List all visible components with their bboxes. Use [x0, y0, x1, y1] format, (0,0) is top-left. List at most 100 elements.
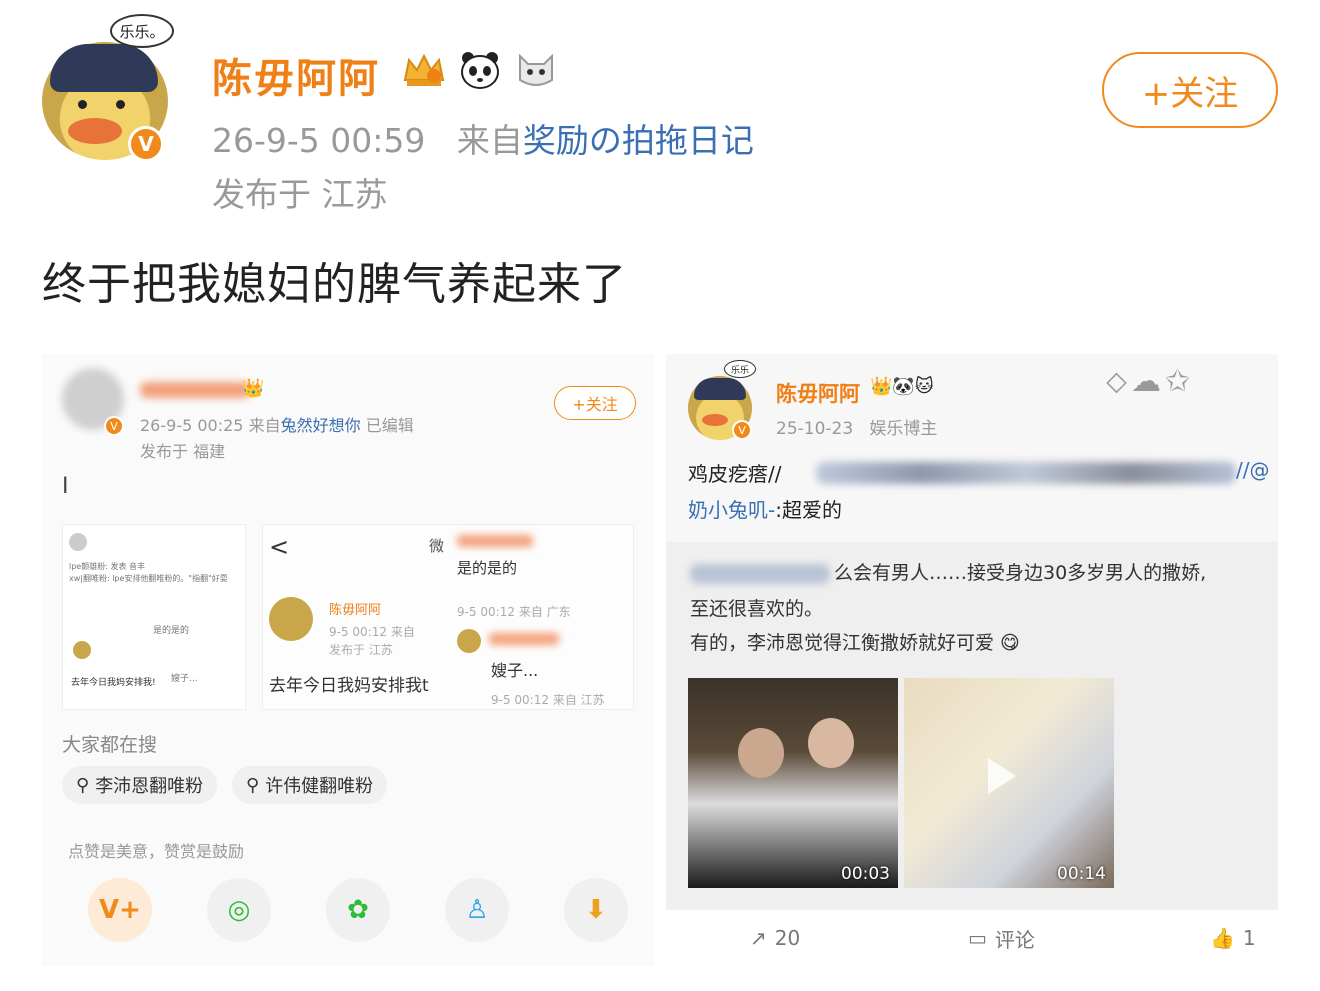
praise-text: 点赞是美意，赞赏是鼓励 — [68, 842, 245, 861]
caption: 去年今日我妈安排我! — [71, 678, 156, 688]
comment-label: 评论 — [994, 927, 1035, 952]
avatar-eye — [116, 100, 125, 109]
post-meta: 26-9-5 00:25 来自兔然好想你 已编辑 — [140, 412, 414, 436]
edited-label: 已编辑 — [365, 416, 414, 435]
like-count: 1 — [1242, 926, 1256, 950]
avatar-speech-bubble: 乐乐 — [724, 360, 756, 378]
user-tag: 娱乐博主 — [869, 419, 938, 439]
crown-badge-icon: 👑 — [242, 378, 265, 399]
repost-text: 鸡皮疙瘩// — [688, 462, 782, 486]
avatar-speech-bubble: 乐乐。 — [110, 14, 174, 48]
post-timestamp: 26-9-5 00:59 — [212, 121, 426, 160]
quoted-text: 至还很喜欢的。 — [690, 598, 824, 620]
user-badges — [400, 50, 560, 90]
v-plus-icon: V+ — [88, 878, 152, 942]
repost-count: 20 — [774, 926, 801, 950]
quoted-text: 么会有男人……接受身边30多岁男人的撒娇, — [834, 562, 1207, 584]
blurred-username — [140, 382, 250, 398]
source-prefix: 来自 — [248, 416, 281, 435]
verified-badge-icon: V — [732, 420, 752, 440]
avatar — [69, 533, 87, 551]
follow-button[interactable]: +关注 — [1102, 52, 1278, 128]
quoted-text-line: 有的，李沛恩觉得江衡撒娇就好可爱 — [690, 632, 995, 654]
search-chip-label: 许伟健翻唯粉 — [265, 776, 374, 797]
caption: 去年今日我妈安排我t — [269, 676, 429, 696]
right-image[interactable]: 乐乐 V 陈毋阿阿 👑🐼🐱 ⬦☁✩ 25-10-23 娱乐博主 鸡皮疙瘩// /… — [666, 354, 1278, 966]
like-button: 👍 1 — [1210, 926, 1256, 950]
save-image-icon: ⬇ — [564, 878, 628, 942]
repost-text: :超爱的 — [775, 498, 842, 522]
nested-thumbnail: < 微 是的是的 9-5 00:12 来自 广东 陈毋阿阿 9-5 00:12 … — [262, 524, 634, 710]
cat-icon[interactable] — [512, 50, 560, 90]
post-timestamp: 9-5 00:12 — [329, 625, 387, 639]
comment-line: xw|翻唯粉: lpe安排他翻唯粉的。"指翻"好耍 — [69, 574, 228, 583]
verified-badge-icon: V — [128, 126, 164, 162]
quoted-text: 有的，李沛恩觉得江衡撒娇就好可爱 😋 — [690, 628, 1020, 655]
search-icon: ⚲ — [246, 774, 260, 796]
search-chip: ⚲ 许伟健翻唯粉 — [232, 766, 388, 804]
username: 陈毋阿阿 — [329, 603, 382, 618]
avatar — [269, 597, 313, 641]
repost-line: 奶小兔叽-:超爱的 — [688, 494, 842, 523]
verified-badge-icon: V — [104, 416, 124, 436]
avatar-cap — [694, 378, 746, 400]
like-icon: 👍 — [1210, 926, 1235, 950]
trending-search-title: 大家都在搜 — [62, 734, 158, 756]
repost-line: 鸡皮疙瘩// — [688, 458, 781, 487]
video-thumbnail: 00:03 — [688, 678, 898, 888]
username: 陈毋阿阿 — [776, 382, 860, 406]
text-cursor: I — [62, 474, 69, 499]
post-meta: 25-10-23 娱乐博主 — [776, 414, 937, 439]
back-arrow-icon: < — [269, 533, 290, 561]
smile-emoji-icon: 😋 — [994, 632, 1020, 654]
panda-icon[interactable] — [456, 50, 504, 90]
avatar-eye — [78, 100, 87, 109]
video-thumbnail: 00:14 — [904, 678, 1114, 888]
reply-text: 是的是的 — [457, 559, 518, 577]
mention-tail: //@ — [1236, 458, 1270, 482]
blurred-username — [457, 535, 533, 547]
blurred-text — [816, 462, 1236, 484]
source-prefix: 来自 — [390, 625, 415, 639]
follow-button: +关注 — [554, 386, 636, 420]
avatar-cap — [50, 44, 158, 92]
comment-button: ▭ 评论 — [968, 924, 1035, 953]
qq-icon: ♙ — [445, 878, 509, 942]
post-timestamp: 25-10-23 — [776, 419, 854, 439]
crown-badge-icon[interactable] — [400, 50, 448, 90]
username[interactable]: 陈毋阿阿 — [212, 46, 380, 104]
video-duration: 00:14 — [1057, 864, 1106, 884]
person-figure — [738, 728, 784, 778]
blurred-text — [690, 564, 830, 584]
reply-location: 来自 江苏 — [552, 693, 605, 707]
user-badges: 👑🐼🐱 — [870, 376, 934, 397]
avatar-beak — [702, 414, 728, 426]
mention-link: 奶小兔叽- — [688, 498, 776, 522]
search-chip: ⚲ 李沛恩翻唯粉 — [62, 766, 218, 804]
avatar — [457, 629, 481, 653]
post-timestamp: 26-9-5 00:25 — [140, 416, 244, 435]
left-image[interactable]: 👑 V 26-9-5 00:25 来自兔然好想你 已编辑 发布于 福建 +关注 … — [42, 354, 654, 966]
source-prefix: 来自 — [456, 121, 523, 160]
share-row: V+ ◎ ✿ ♙ ⬇ — [88, 878, 628, 942]
nested-screenshots: lpe颤雄粉: 发表 音丰 xw|翻唯粉: lpe安排他翻唯粉的。"指翻"好耍 … — [62, 524, 642, 714]
blurred-username — [489, 633, 559, 645]
reply-text: 是的是的 — [153, 626, 190, 636]
repost-button: ↗ 20 — [750, 926, 800, 950]
reply-text: 嫂子... — [171, 674, 198, 684]
repost-icon: ↗ — [750, 926, 767, 950]
nested-thumbnail: lpe颤雄粉: 发表 音丰 xw|翻唯粉: lpe安排他翻唯粉的。"指翻"好耍 … — [62, 524, 246, 710]
reply-text: 嫂子... — [491, 661, 539, 680]
avatar-beak — [68, 118, 122, 144]
search-chip-label: 李沛恩翻唯粉 — [95, 776, 204, 797]
video-duration: 00:03 — [841, 864, 890, 884]
post-text: 终于把我媳妇的脾气养起来了 — [42, 259, 627, 310]
reply-time: 9-5 00:12 — [491, 693, 549, 707]
reply-location: 来自 广东 — [518, 605, 571, 619]
post-meta: 26-9-5 00:59 来自奖励の拍拖日记 — [212, 114, 754, 162]
avatar — [73, 641, 91, 659]
source-link[interactable]: 奖励の拍拖日记 — [523, 121, 754, 160]
play-icon — [988, 758, 1016, 794]
post-location: 发布于 江苏 — [329, 643, 393, 657]
decoration-icon: ⬦☁✩ — [1106, 364, 1195, 399]
